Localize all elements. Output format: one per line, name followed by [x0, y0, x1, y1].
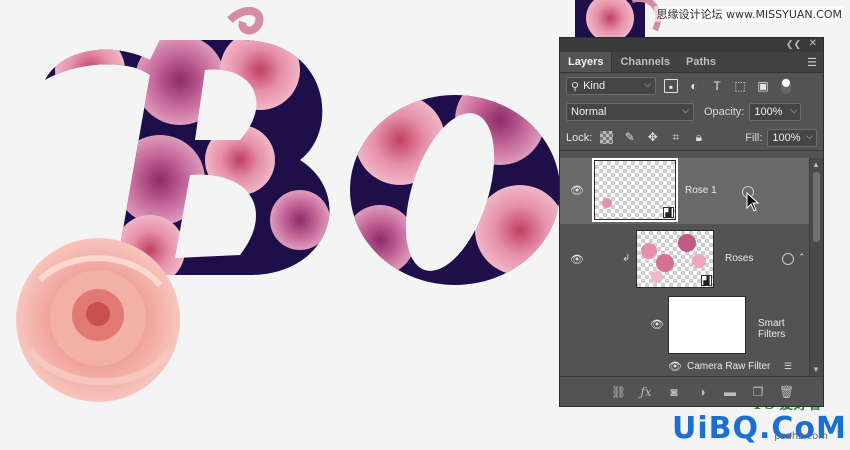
shape-filter-icon[interactable]: ⬚: [733, 79, 747, 93]
layer-name[interactable]: Rose 1: [685, 185, 717, 196]
delete-trash-icon[interactable]: 🗑︎: [779, 385, 794, 399]
layer-list-scrollbar[interactable]: ▲ ▼: [809, 158, 823, 376]
clipping-arrow-icon: ↲: [622, 253, 631, 264]
panel-title-bar[interactable]: ❮❮ ✕: [560, 38, 823, 52]
scroll-down-icon[interactable]: ▼: [812, 365, 820, 374]
tab-channels[interactable]: Channels: [612, 52, 678, 72]
opacity-label: Opacity:: [704, 106, 745, 118]
link-layers-icon[interactable]: ⛓︎: [611, 385, 626, 399]
visibility-eye-icon[interactable]: 👁︎: [650, 320, 664, 331]
layer-name[interactable]: Roses: [725, 253, 753, 264]
smart-object-badge-icon: ▟: [663, 207, 674, 218]
panel-tabs: Layers Channels Paths ☰: [560, 52, 823, 73]
new-layer-icon[interactable]: ❐: [751, 385, 765, 399]
panel-menu-icon[interactable]: ☰: [807, 56, 817, 69]
panel-footer: ⛓︎ ƒx ◙ ◑ ▬ ❐ 🗑︎: [560, 376, 823, 406]
smart-object-badge-icon: ▟: [701, 275, 712, 286]
type-filter-icon[interactable]: T: [710, 79, 724, 93]
filter-kind-label: Kind: [583, 80, 606, 92]
filter-kind-select[interactable]: ⚲ Kind ⌵: [566, 77, 656, 95]
layer-thumbnail[interactable]: ▟: [592, 158, 678, 222]
close-icon[interactable]: ✕: [809, 38, 817, 49]
chevron-down-icon: ⌵: [790, 105, 798, 115]
fx-icon[interactable]: ƒx: [639, 385, 653, 399]
lock-position-icon[interactable]: ✥: [646, 131, 659, 144]
blend-row: Normal ⌵ Opacity: 100% ⌵: [560, 99, 823, 125]
chevron-down-icon: ⌵: [806, 130, 813, 141]
lock-artboard-icon[interactable]: ⌗: [669, 131, 682, 144]
blend-mode-value: Normal: [571, 106, 607, 118]
opacity-value: 100%: [754, 106, 783, 118]
fill-label: Fill:: [745, 131, 763, 144]
lock-icons: ✎ ✥ ⌗ 🔒︎: [600, 131, 705, 144]
filter-toggle[interactable]: [781, 78, 791, 94]
layer-row-rose-1[interactable]: 👁︎ ▟ Rose 1: [560, 158, 810, 224]
filter-row: ⚲ Kind ⌵ ▪ ◐ T ⬚ ▣: [560, 73, 823, 99]
pixel-filter-icon[interactable]: ▪: [664, 79, 678, 94]
group-folder-icon[interactable]: ▬: [723, 385, 737, 399]
watermark-top: 思缘设计论坛 www.MISSYUAN.COM: [654, 6, 844, 22]
layer-row-smart-filters[interactable]: 👁︎ Smart Filters: [560, 294, 810, 356]
filter-mask-thumbnail[interactable]: [668, 296, 746, 354]
filter-icons: ▪ ◐ T ⬚ ▣: [664, 78, 791, 94]
smart-object-filter-icon[interactable]: ▣: [756, 79, 770, 93]
visibility-eye-icon[interactable]: 👁︎: [570, 186, 584, 197]
scroll-up-icon[interactable]: ▲: [812, 160, 820, 169]
layer-row-camera-raw-filter[interactable]: 👁︎ Camera Raw Filter ☰: [560, 358, 810, 376]
add-mask-icon[interactable]: ◙: [667, 385, 681, 399]
search-icon: ⚲: [571, 80, 580, 93]
adjustment-layer-icon[interactable]: ◑: [695, 385, 709, 399]
collapse-icon[interactable]: ❮❮: [786, 39, 801, 50]
lock-all-icon[interactable]: 🔒︎: [692, 131, 705, 144]
layers-panel: ❮❮ ✕ Layers Channels Paths ☰ ⚲ Kind ⌵ ▪ …: [559, 37, 824, 407]
lock-row: Lock: ✎ ✥ ⌗ 🔒︎ Fill: 100% ⌵: [560, 125, 823, 151]
fill-input[interactable]: 100% ⌵: [767, 128, 817, 147]
visibility-eye-icon[interactable]: 👁︎: [570, 255, 584, 266]
layer-thumbnail[interactable]: ▟: [636, 230, 714, 288]
lock-paint-icon[interactable]: ✎: [623, 131, 636, 144]
layer-row-roses[interactable]: 👁︎ ↲ ▟ Roses ⌃: [560, 226, 810, 292]
blend-mode-select[interactable]: Normal ⌵: [566, 103, 694, 121]
layer-name[interactable]: Smart Filters: [758, 318, 810, 340]
fill-value: 100%: [772, 131, 801, 144]
chevron-down-icon: ⌵: [682, 105, 689, 115]
lock-transparent-icon[interactable]: [600, 131, 614, 144]
chevron-down-icon: ⌵: [644, 79, 651, 89]
adjustment-filter-icon[interactable]: ◐: [687, 79, 701, 93]
loose-rose-image[interactable]: [16, 238, 180, 402]
layer-list: 👁︎ ▟ Rose 1 👁︎ ↲ ▟ Roses ⌃ 👁︎ Smart Filt…: [560, 158, 810, 376]
visibility-eye-icon[interactable]: 👁︎: [668, 362, 682, 373]
lock-label: Lock:: [566, 131, 593, 144]
mouse-cursor-icon: [746, 192, 760, 212]
expand-caret-icon[interactable]: ⌃: [798, 252, 806, 263]
layer-name[interactable]: Camera Raw Filter: [687, 361, 770, 372]
scroll-thumb[interactable]: [813, 172, 820, 242]
tab-layers[interactable]: Layers: [560, 52, 613, 72]
opacity-input[interactable]: 100% ⌵: [749, 103, 802, 121]
tab-paths[interactable]: Paths: [678, 52, 724, 72]
filter-options-icon[interactable]: ☰: [784, 361, 792, 372]
watermark-small: psahz.com: [774, 431, 828, 442]
link-status-icon: [782, 253, 794, 265]
